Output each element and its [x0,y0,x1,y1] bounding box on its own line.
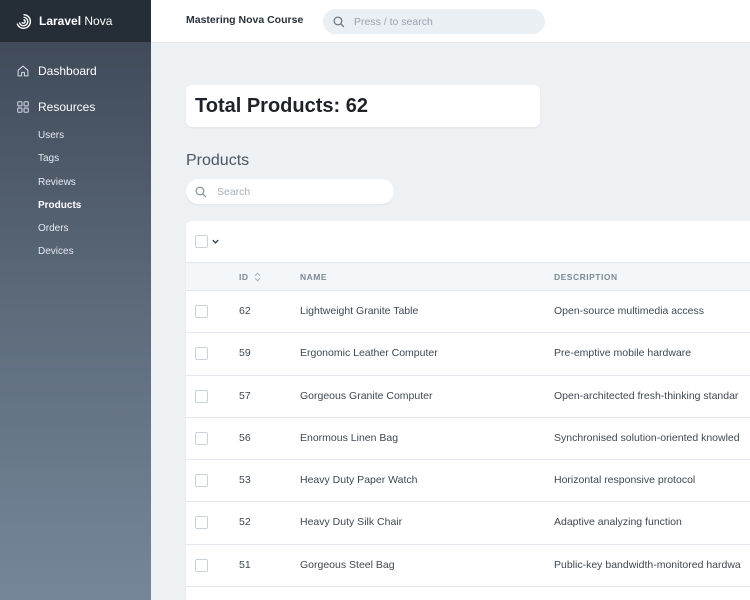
table-header: ID NAME DESCRIPTION [186,263,750,291]
sidebar-item-tags[interactable]: Tags [38,149,81,172]
resource-title: Products [186,152,250,169]
row-description: Open-architected fresh-thinking standar [554,389,739,402]
resource-search-input[interactable] [217,185,377,198]
row-id: 56 [239,431,251,444]
row-id: 62 [239,305,251,317]
row-checkbox[interactable] [195,389,208,403]
search-icon [195,185,207,197]
resource-search[interactable] [186,179,394,204]
top-header: Mastering Nova Course Press / to search [151,0,750,43]
table-row[interactable]: 51 Gorgeous Steel Bag Public-key bandwid… [186,545,750,588]
row-checkbox[interactable] [195,474,208,488]
sidebar-item-label: Resources [38,100,96,114]
row-name: Gorgeous Steel Bag [300,558,395,571]
table-row[interactable]: 53 Heavy Duty Paper Watch Horizontal res… [186,460,750,503]
table-row[interactable]: 62 Lightweight Granite Table Open-source… [186,291,750,334]
sort-icon[interactable] [253,272,262,282]
total-products-card: Total Products: 62 [186,85,540,127]
column-header-name[interactable]: NAME [300,272,327,282]
row-checkbox[interactable] [195,347,208,361]
row-name: Heavy Duty Silk Chair [300,516,403,529]
table-row[interactable]: 52 Heavy Duty Silk Chair Adaptive analyz… [186,502,750,545]
column-header-id[interactable]: ID [239,272,262,282]
row-name: Ergonomic Leather Computer [300,347,438,360]
row-id: 59 [239,347,251,360]
row-id: 53 [239,474,251,487]
global-search[interactable]: Press / to search [323,9,545,34]
resource-list: Users Tags Reviews Products Orders Devic… [38,126,81,266]
app-title: Mastering Nova Course [186,14,304,26]
home-icon [17,65,29,77]
table-toolbar [186,221,750,263]
row-id: 51 [239,558,251,571]
products-table: ID NAME DESCRIPTION 62 Lightweight Grani… [186,221,750,600]
table-row[interactable] [186,587,750,600]
table-row[interactable]: 57 Gorgeous Granite Computer Open-archit… [186,376,750,418]
row-checkbox[interactable] [195,516,208,530]
brand-name: Laravel Nova [39,14,113,28]
sidebar-item-users[interactable]: Users [38,126,81,149]
row-name: Enormous Linen Bag [300,431,399,444]
brand[interactable]: Laravel Nova [0,0,151,42]
row-name: Heavy Duty Paper Watch [300,474,418,487]
global-search-placeholder: Press / to search [354,15,433,28]
table-row[interactable]: 56 Enormous Linen Bag Synchronised solut… [186,418,750,461]
sidebar: Laravel Nova Dashboard Resources Users T… [0,0,151,600]
row-checkbox[interactable] [195,558,208,572]
select-all-checkbox[interactable] [195,235,208,248]
table-row[interactable]: 59 Ergonomic Leather Computer Pre-emptiv… [186,333,750,376]
row-checkbox[interactable] [195,431,208,445]
grid-icon [17,101,29,113]
row-name: Gorgeous Granite Computer [300,389,433,402]
search-icon [333,15,345,27]
chevron-down-icon[interactable] [211,237,220,246]
row-description: Pre-emptive mobile hardware [554,347,692,360]
row-description: Open-source multimedia access [554,305,704,317]
row-id: 57 [239,389,251,402]
sidebar-item-reviews[interactable]: Reviews [38,173,81,196]
sidebar-item-dashboard[interactable]: Dashboard [0,61,97,81]
row-checkbox[interactable] [195,305,208,318]
sidebar-item-products[interactable]: Products [38,196,81,219]
laravel-nova-logo-icon [16,13,32,29]
column-header-description[interactable]: DESCRIPTION [554,272,618,282]
row-description: Synchronised solution-oriented knowled [554,431,740,444]
total-products-metric: Total Products: 62 [195,94,368,117]
sidebar-item-resources[interactable]: Resources [0,97,95,117]
row-description: Public-key bandwidth-monitored hardwa [554,558,741,571]
sidebar-item-orders[interactable]: Orders [38,219,81,242]
row-id: 52 [239,516,251,529]
row-description: Horizontal responsive protocol [554,474,696,487]
sidebar-item-devices[interactable]: Devices [38,242,81,265]
sidebar-item-label: Dashboard [38,64,97,78]
row-description: Adaptive analyzing function [554,516,682,529]
row-name: Lightweight Granite Table [300,305,419,317]
